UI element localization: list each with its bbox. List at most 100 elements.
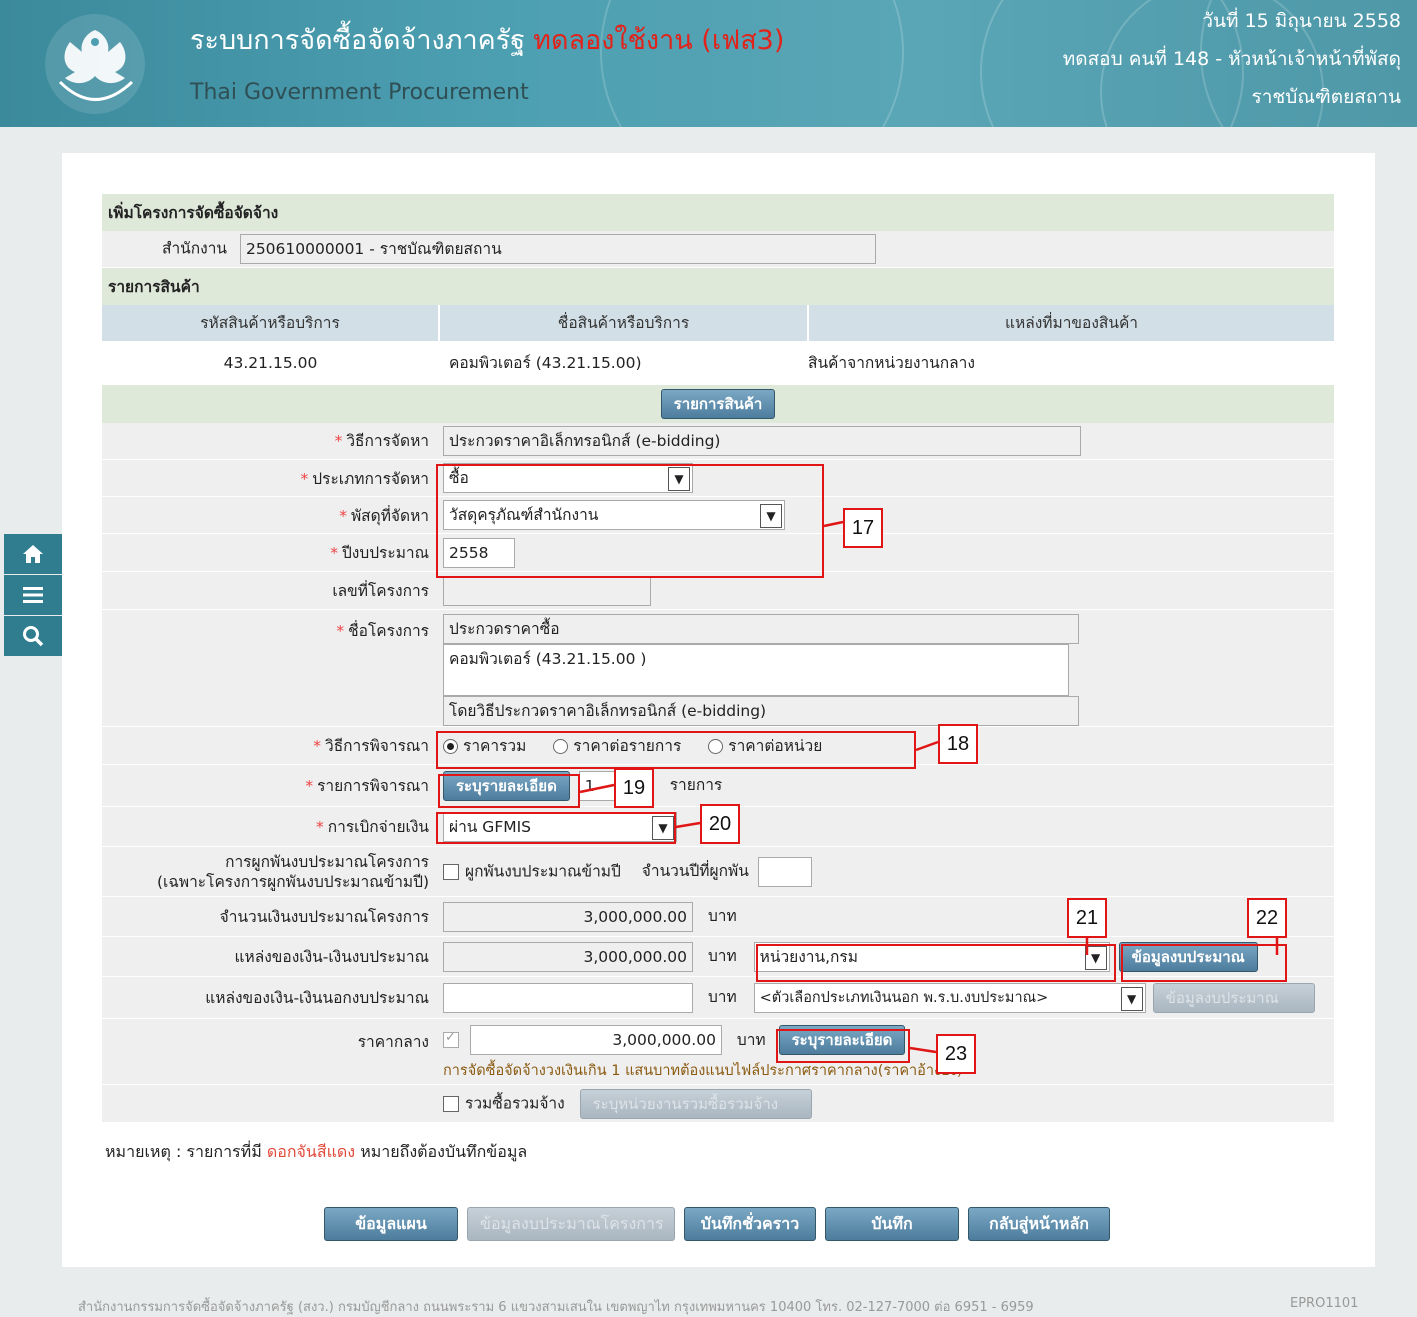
- budget-label: จำนวนเงินงบประมาณโครงการ: [219, 908, 429, 926]
- commit-sublabel: (เฉพาะโครงการผูกพันงบประมาณข้ามปี): [156, 872, 429, 891]
- source-budget-unit: บาท: [707, 947, 737, 965]
- current-date: วันที่ 15 มิถุนายน 2558: [1202, 10, 1401, 32]
- product-name-header: ชื่อสินค้าหรือบริการ: [439, 304, 809, 341]
- consider-detail-button[interactable]: ระบุรายละเอียด: [443, 770, 570, 801]
- project-no-field: [443, 575, 651, 606]
- median-note: การจัดซื้อจัดจ้างวงเงินเกิน 1 แสนบาทต้อง…: [443, 1063, 963, 1079]
- budget-field: 3,000,000.00: [443, 901, 693, 932]
- median-label: ราคากลาง: [357, 1033, 429, 1051]
- search-icon: [23, 626, 44, 647]
- side-toolbar: [4, 534, 62, 657]
- off-budget-source-select[interactable]: <ตัวเลือกประเภทเงินนอก พ.ร.บ.งบประมาณ> ▼: [753, 982, 1146, 1013]
- joint-agency-button[interactable]: ระบุหน่วยงานรวมซื้อรวมจ้าง: [579, 1088, 812, 1119]
- footer: สำนักงานกรรมการจัดซื้อจัดจ้างภาครัฐ (สงว…: [78, 1296, 1378, 1317]
- annotation-label-23: 23: [936, 1034, 976, 1074]
- search-button[interactable]: [4, 616, 62, 656]
- source-off-label: แหล่งของเงิน-เงินนอกงบประมาณ: [205, 989, 429, 1007]
- consider-items-label: รายการพิจารณา: [317, 777, 429, 795]
- section-title: เพิ่มโครงการจัดซื้อจัดจ้าง: [102, 194, 1335, 231]
- radio-price-per-unit[interactable]: [708, 739, 724, 754]
- project-name-suffix: โดยวิธีประกวดราคาอิเล็กทรอนิกส์ (e-biddi…: [443, 696, 1079, 726]
- annotation-label-18: 18: [938, 724, 978, 764]
- menu-button[interactable]: [4, 575, 62, 615]
- action-bar: ข้อมูลแผน ข้อมูลงบประมาณโครงการ บันทึกชั…: [324, 1207, 1119, 1241]
- radio-total-price[interactable]: [443, 739, 458, 754]
- user-org: ราชบัณฑิตยสถาน: [1251, 86, 1401, 108]
- supply-select[interactable]: วัสดุครุภัณฑ์สำนักงาน ▼: [443, 500, 785, 530]
- chevron-down-icon: ▼: [668, 467, 690, 491]
- commit-years-input[interactable]: [757, 856, 812, 887]
- annotation-label-19: 19: [614, 768, 654, 808]
- radio-total-price-label: ราคารวม: [463, 737, 527, 755]
- product-name: คอมพิวเตอร์ (43.21.15.00): [449, 354, 642, 372]
- back-home-button[interactable]: กลับสู่หน้าหลัก: [968, 1207, 1110, 1241]
- project-name-textarea[interactable]: คอมพิวเตอร์ (43.21.15.00 ): [443, 644, 1069, 696]
- app-title-en: Thai Government Procurement: [190, 80, 529, 105]
- median-checkbox[interactable]: [443, 1030, 459, 1048]
- garuda-logo: [45, 14, 145, 114]
- footer-text: สำนักงานกรรมการจัดซื้อจัดจ้างภาครัฐ (สงว…: [78, 1300, 1034, 1315]
- commit-years-label: จำนวนปีที่ผูกพัน: [641, 862, 749, 880]
- commit-checkbox-label: ผูกพันงบประมาณข้ามปี: [465, 862, 621, 880]
- trial-label: ทดลองใช้งาน (เฟส3): [533, 25, 785, 56]
- procurement-type-select[interactable]: ซื้อ ▼: [443, 463, 693, 493]
- home-button[interactable]: [4, 534, 62, 574]
- save-draft-button[interactable]: บันทึกชั่วคราว: [684, 1207, 816, 1241]
- consider-unit: รายการ: [669, 776, 723, 794]
- product-code: 43.21.15.00: [223, 353, 318, 372]
- table-row: 43.21.15.00 คอมพิวเตอร์ (43.21.15.00) สิ…: [102, 340, 1335, 385]
- product-source-header: แหล่งที่มาของสินค้า: [1005, 314, 1139, 332]
- type-label: ประเภทการจัดหา: [312, 469, 429, 488]
- radio-price-per-item[interactable]: [553, 739, 569, 754]
- required-note-highlight: ดอกจันสีแดง: [266, 1142, 356, 1161]
- required-note: หมายเหตุ : รายการที่มี ดอกจันสีแดง หมายถ…: [105, 1142, 528, 1161]
- payment-select[interactable]: ผ่าน GFMIS ▼: [443, 811, 677, 842]
- chevron-down-icon: ▼: [1120, 986, 1143, 1011]
- project-name-prefix: ประกวดราคาซื้อ: [443, 614, 1079, 644]
- year-label: ปีงบประมาณ: [341, 544, 429, 562]
- app-header: ระบบการจัดซื้อจัดจ้างภาครัฐ ทดลองใช้งาน (…: [0, 0, 1417, 127]
- chevron-down-icon: ▼: [652, 815, 674, 840]
- commit-label: การผูกพันงบประมาณโครงการ: [225, 852, 429, 871]
- product-source: สินค้าจากหน่วยงานกลาง: [808, 354, 975, 372]
- plan-button[interactable]: ข้อมูลแผน: [324, 1207, 458, 1241]
- product-code-header: รหัสสินค้าหรือบริการ: [102, 304, 440, 341]
- annotation-label-20: 20: [700, 804, 740, 844]
- source-budget-label: แหล่งของเงิน-เงินงบประมาณ: [234, 948, 429, 966]
- project-no-label: เลขที่โครงการ: [332, 582, 429, 600]
- method-field: ประกวดราคาอิเล็กทรอนิกส์ (e-bidding): [443, 425, 1081, 456]
- consider-label: วิธีการพิจารณา: [325, 737, 429, 755]
- product-list-button[interactable]: รายการสินค้า: [660, 388, 776, 419]
- annotation-label-21: 21: [1067, 898, 1107, 938]
- items-section-title: รายการสินค้า: [102, 267, 1335, 305]
- project-name-label: ชื่อโครงการ: [348, 622, 429, 640]
- procurement-form: เพิ่มโครงการจัดซื้อจัดจ้าง สำนักงาน 2506…: [102, 194, 1335, 1123]
- joint-checkbox[interactable]: [443, 1095, 459, 1112]
- median-unit: บาท: [736, 1030, 766, 1049]
- median-field: 3,000,000.00: [469, 1025, 722, 1055]
- budget-info-button[interactable]: ข้อมูลงบประมาณ: [1118, 941, 1258, 972]
- joint-checkbox-label: รวมซื้อรวมจ้าง: [465, 1094, 565, 1112]
- source-off-unit: บาท: [707, 988, 737, 1006]
- method-label: วิธีการจัดหา: [346, 432, 429, 451]
- off-budget-info-button[interactable]: ข้อมูลงบประมาณ: [1152, 982, 1315, 1013]
- payment-label: การเบิกจ่ายเงิน: [327, 818, 429, 836]
- user-name: ทดสอบ คนที่ 148 - หัวหน้าเจ้าหน้าที่พัสด…: [1062, 48, 1401, 70]
- radio-price-per-item-label: ราคาต่อรายการ: [573, 737, 682, 755]
- supply-label: พัสดุที่จัดหา: [350, 506, 429, 525]
- median-detail-button[interactable]: ระบุรายละเอียด: [778, 1025, 906, 1055]
- budget-source-select[interactable]: หน่วยงาน,กรม ▼: [753, 941, 1110, 972]
- project-budget-button[interactable]: ข้อมูลงบประมาณโครงการ: [467, 1207, 675, 1241]
- annotation-label-17: 17: [843, 508, 883, 548]
- office-label: สำนักงาน: [162, 239, 228, 258]
- annotation-label-22: 22: [1247, 898, 1287, 938]
- commit-checkbox[interactable]: [443, 863, 459, 880]
- year-input[interactable]: 2558: [443, 537, 515, 568]
- source-off-input[interactable]: [443, 982, 693, 1013]
- source-budget-field: 3,000,000.00: [443, 941, 693, 972]
- office-field: 250610000001 - ราชบัณฑิตยสถาน: [239, 233, 876, 264]
- chevron-down-icon: ▼: [1084, 945, 1107, 970]
- budget-unit: บาท: [707, 907, 737, 925]
- save-button[interactable]: บันทึก: [825, 1207, 959, 1241]
- app-title-th: ระบบการจัดซื้อจัดจ้างภาครัฐ ทดลองใช้งาน (…: [190, 25, 785, 56]
